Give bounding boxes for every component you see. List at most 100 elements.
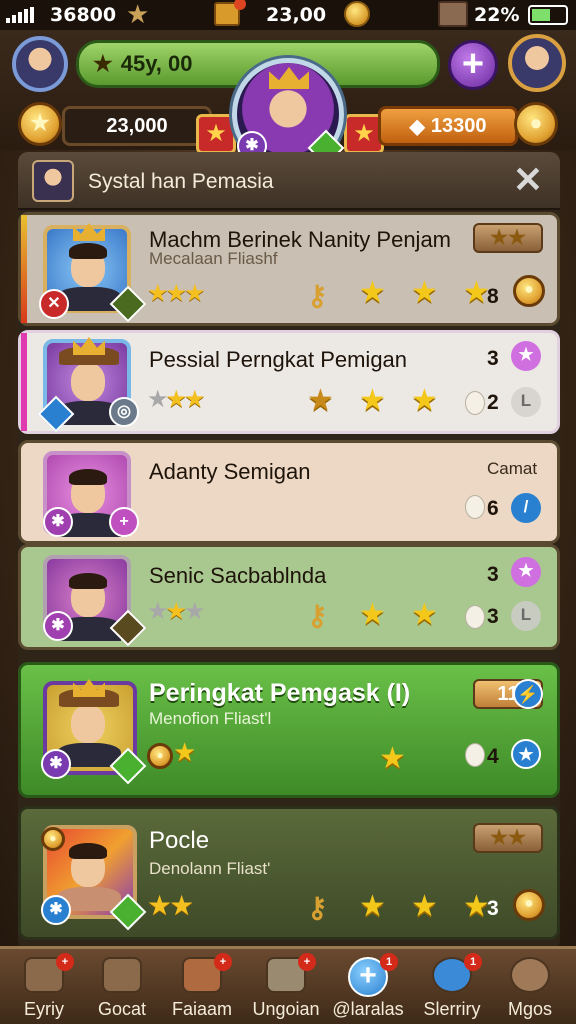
add-skill-icon: + (109, 507, 139, 537)
chest-icon (214, 0, 246, 26)
hero-name: Peringkat Pemgask (I) (149, 679, 411, 707)
star-icon: ★ (411, 276, 438, 309)
nav-item-laralas[interactable]: + 1 @laralas (328, 949, 408, 1024)
coin-icon[interactable]: ● (513, 275, 545, 307)
hero-card[interactable]: ✕ Machm Berinek Nanity Penjam Mecalaan F… (18, 212, 560, 326)
star-icon: ★ (126, 0, 150, 30)
battery-icon (528, 5, 568, 25)
skill-badge-icon: ✱ (41, 895, 71, 925)
hero-stars: ★★★ (147, 386, 205, 413)
status-signal-text: 36800 (50, 4, 117, 26)
star-icon: ★ (411, 598, 438, 631)
key-icon: ⚷ (307, 600, 328, 631)
nav-label: Ungoian (252, 999, 320, 1019)
nav-label: Faiaam (171, 999, 233, 1019)
rarity-stripe (21, 215, 27, 323)
coin-icon (344, 1, 370, 27)
hero-card[interactable]: ✱ Senic Sacbablnda ★★★ ⚷ ★ ★ 3 ★ 3 L (18, 544, 560, 650)
star-icon: ★ (93, 51, 113, 76)
nav-item-faiaam[interactable]: + Faiaam (162, 949, 242, 1024)
crown-icon (269, 67, 309, 89)
nav-item-eyriy[interactable]: + Eyriy (4, 949, 84, 1024)
hero-count: 2 (487, 391, 499, 414)
gems-bar: ◆ 13300 (378, 106, 518, 146)
star-icon: ★ (359, 890, 386, 923)
lightning-icon[interactable]: ⚡ (513, 679, 543, 709)
edit-icon[interactable]: / (511, 493, 541, 523)
gems-value: 13300 (430, 114, 487, 137)
blue-star-icon[interactable]: ★ (511, 739, 541, 769)
skill-badge-icon: ✱ (43, 507, 73, 537)
key-icon: ⚷ (307, 892, 328, 923)
hero-count: 3 (487, 605, 499, 628)
hero-name: Pocle (149, 827, 210, 854)
hero-card[interactable]: ◎ Pessial Perngkat Pemigan ★★★ ★ ★ ★ 3 ★… (18, 330, 560, 434)
potion-icon (465, 495, 485, 519)
bottom-nav: + Eyriy Gocat + Faiaam + Ungoian + 1 @la… (0, 946, 576, 1024)
hero-count-top: 3 (487, 563, 499, 586)
rank-coin-icon: ● (41, 827, 65, 851)
hero-card[interactable]: ✱ Peringkat Pemgask (I) Menofion Fliast'… (18, 662, 560, 798)
star-icon: ★★ (490, 227, 526, 249)
rank-shield-icon[interactable]: ★ (196, 114, 236, 154)
signal-icon (6, 7, 34, 23)
hero-name: Adanty Semigan (149, 459, 311, 484)
rarity-stripe (21, 333, 27, 431)
notification-badge: + (214, 953, 232, 971)
gold-value: 23,000 (106, 114, 168, 137)
star-icon: ★ (411, 890, 438, 923)
nav-label: @laralas (332, 999, 404, 1019)
hero-stars: ★★★ (147, 280, 205, 307)
gem-icon: ◆ (409, 115, 425, 138)
coin-icon[interactable]: ● (513, 889, 545, 921)
level-badge-icon: L (511, 387, 541, 417)
pink-star-icon[interactable]: ★ (511, 341, 541, 371)
hero-count: 3 (487, 897, 499, 920)
key-icon: ⚷ (307, 280, 328, 311)
star-icon: ★ (463, 276, 490, 309)
nav-item-gocat[interactable]: Gocat (82, 949, 162, 1024)
nav-label: Mgos (507, 999, 552, 1019)
nav-item-ungoian[interactable]: + Ungoian (246, 949, 326, 1024)
hero-subtitle: Menofion Fliast'l (149, 709, 272, 728)
hero-card[interactable]: ✱ ● Pocle Denolann Fliast' ★★ ⚷ ★ ★ ★ 3 … (18, 806, 560, 940)
panel-title: Systal han Pemasia (88, 170, 274, 193)
friend-avatar[interactable] (508, 34, 566, 92)
hero-side-label: Camat (487, 459, 538, 478)
class-badge-icon: ◎ (109, 397, 139, 427)
rank-tag: ★★ (473, 823, 543, 853)
status-bar: 36800 ★ 23,00 22% (0, 0, 576, 30)
nav-label: Slerriry (423, 999, 481, 1019)
potion-icon (465, 743, 485, 767)
add-button[interactable]: + (448, 40, 498, 90)
storage-icon (438, 1, 468, 27)
skill-badge-icon: ✱ (43, 611, 73, 641)
gold-bar: 23,000 (62, 106, 212, 146)
hero-subtitle: Denolann Fliast' (149, 859, 271, 878)
coin-shop-icon[interactable]: ● (514, 102, 558, 146)
pink-star-icon[interactable]: ★ (511, 557, 541, 587)
level-badge-icon: L (511, 601, 541, 631)
potion-icon (465, 391, 485, 415)
hero-count-top: 3 (487, 347, 499, 370)
hero-name: Pessial Perngkat Pemigan (149, 347, 408, 372)
star-icon: ★ (411, 384, 438, 417)
star-icon: ★ (359, 276, 386, 309)
close-button[interactable]: ✕ (510, 162, 546, 198)
star-icon: ★★ (490, 827, 526, 849)
hero-stars: ★★★ (147, 598, 205, 625)
class-badge-icon: ✕ (39, 289, 69, 319)
nav-label: Gocat (97, 999, 147, 1019)
hero-name: Senic Sacbablnda (149, 563, 327, 588)
star-icon: ★ (463, 890, 490, 923)
hero-card[interactable]: ✱ + Adanty Semigan Camat 6 / (18, 440, 560, 544)
hero-count: 4 (487, 745, 499, 768)
hero-stars: ★★ (147, 890, 194, 921)
nav-item-mgos[interactable]: Mgos (490, 949, 570, 1024)
cookie-icon (510, 957, 550, 993)
player-avatar[interactable] (12, 36, 68, 92)
notification-badge: 1 (464, 953, 482, 971)
crate-icon (102, 957, 142, 993)
panel-header-avatar (32, 160, 74, 202)
nav-item-slerriry[interactable]: 1 Slerriry (412, 949, 492, 1024)
